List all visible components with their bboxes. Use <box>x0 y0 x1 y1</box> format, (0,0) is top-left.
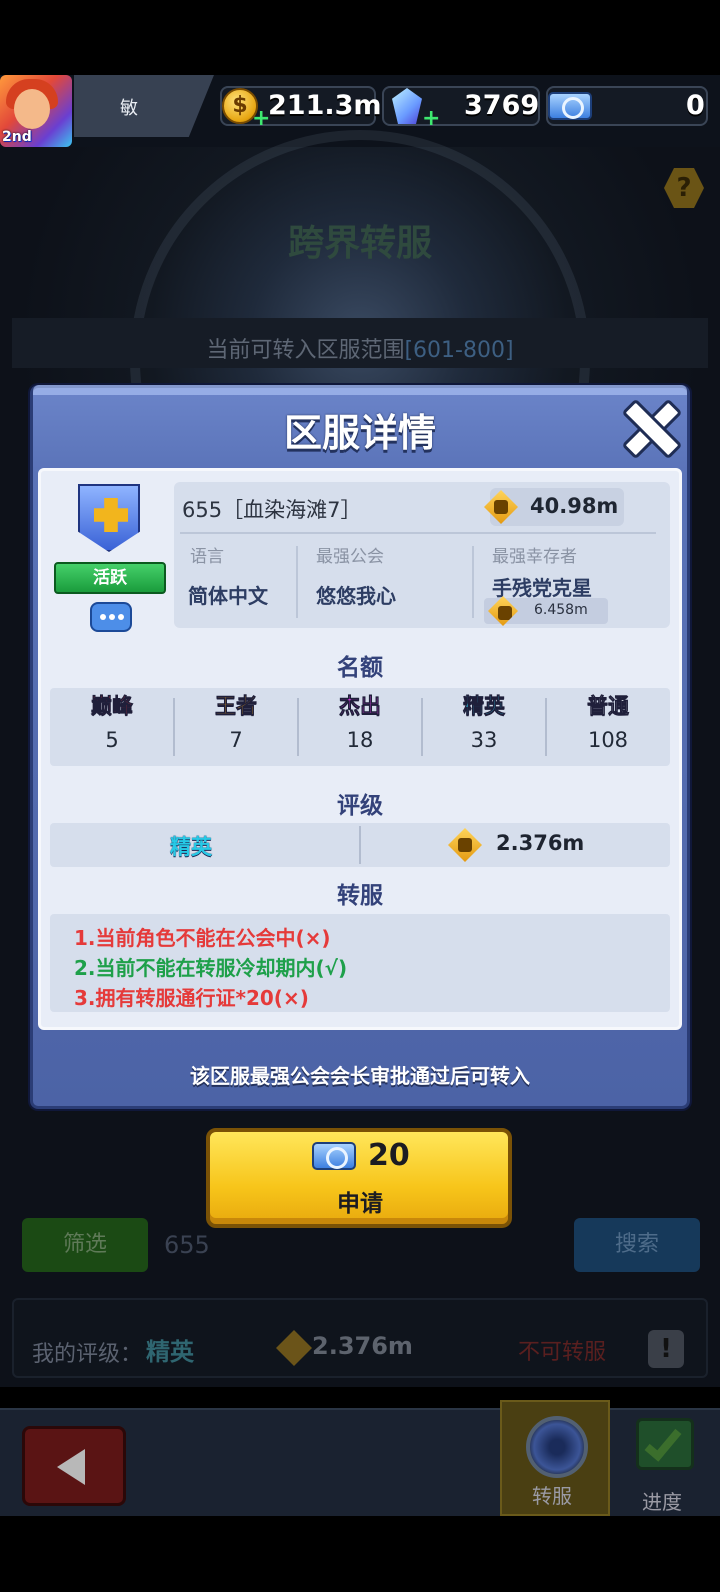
apply-label: 申请 <box>337 1191 383 1217</box>
status-badge: 活跃 <box>54 562 166 594</box>
portal-orb-icon <box>526 1416 588 1478</box>
my-rating-value: 精英 <box>146 1338 194 1366</box>
quota-value: 5 <box>105 728 119 752</box>
requirement-item: 3.拥有转服通行证*20(×) <box>74 986 309 1010</box>
modal-title: 区服详情 <box>283 411 436 455</box>
transfer-title: 转服 <box>337 883 383 909</box>
ticket-amount: 0 <box>686 90 705 121</box>
divider <box>180 532 656 534</box>
modal-header-edge <box>33 385 687 395</box>
survivor-power: 6.458m <box>534 602 588 618</box>
quota-normal: 普通 108 <box>546 690 670 752</box>
range-value: [601-800] <box>404 338 514 363</box>
page-title: 跨界转服 <box>287 223 432 264</box>
transfer-range: 当前可转入区服范围[601-800] <box>0 332 720 364</box>
quota-label: 普通 <box>587 694 630 719</box>
quota-elite: 精英 33 <box>422 690 546 752</box>
tab-progress-label: 进度 <box>642 1490 682 1514</box>
divider <box>472 546 474 618</box>
my-power-value: 2.376m <box>312 1332 413 1360</box>
back-arrow-icon <box>57 1449 85 1485</box>
divider <box>359 826 361 864</box>
quota-peak: 巅峰 5 <box>50 690 174 752</box>
server-name: 655［血染海滩7］ <box>182 498 362 522</box>
quota-label: 王者 <box>215 694 258 719</box>
close-button[interactable] <box>620 398 676 454</box>
transfer-ticket-icon <box>548 92 592 120</box>
warning-icon[interactable]: ! <box>648 1330 684 1368</box>
guild-label: 最强公会 <box>316 547 384 567</box>
gold-amount: 211.3m <box>268 90 382 121</box>
quota-title: 名额 <box>337 655 383 681</box>
quota-label: 巅峰 <box>91 694 134 719</box>
requirement-item: 1.当前角色不能在公会中(×) <box>74 926 331 950</box>
divider <box>296 546 298 618</box>
grade-power: 2.376m <box>496 831 585 855</box>
filter-button[interactable]: 筛选 <box>22 1218 148 1272</box>
quota-outstanding: 杰出 18 <box>298 690 422 752</box>
quota-king: 王者 7 <box>174 690 298 752</box>
survivor-value: 手残党克星 <box>492 576 592 600</box>
transfer-status: 不可转服 <box>518 1340 607 1365</box>
player-avatar[interactable]: 2nd <box>0 75 72 147</box>
player-name: 敏 <box>120 98 138 119</box>
approval-note: 该区服最强公会会长审批通过后可转入 <box>190 1064 530 1088</box>
chat-icon[interactable] <box>90 602 132 632</box>
language-label: 语言 <box>190 547 224 567</box>
quota-value: 7 <box>229 728 243 752</box>
language-value: 简体中文 <box>188 584 268 608</box>
apply-cost: 20 <box>368 1138 410 1173</box>
back-button[interactable] <box>22 1426 126 1506</box>
range-label: 当前可转入区服范围 <box>206 338 405 363</box>
quota-value: 33 <box>470 728 498 752</box>
search-button[interactable]: 搜索 <box>574 1218 700 1272</box>
guild-value: 悠悠我心 <box>316 584 396 608</box>
transfer-ticket-icon <box>312 1142 356 1170</box>
avatar-badge: 2nd <box>2 129 32 145</box>
survivor-label: 最强幸存者 <box>492 547 577 567</box>
server-power: 40.98m <box>530 494 619 518</box>
grade-value: 精英 <box>170 835 212 859</box>
my-rating-label: 我的评级： <box>32 1342 143 1367</box>
quota-value: 108 <box>587 728 629 752</box>
tab-transfer-label: 转服 <box>532 1484 572 1508</box>
quota-label: 精英 <box>463 694 506 719</box>
add-gem-icon[interactable]: + <box>422 106 440 131</box>
grade-title: 评级 <box>337 793 383 819</box>
gem-amount: 3769 <box>464 90 540 121</box>
requirement-item: 2.当前不能在转服冷却期内(√) <box>74 956 348 980</box>
quota-value: 18 <box>346 728 374 752</box>
quota-label: 杰出 <box>339 694 382 719</box>
